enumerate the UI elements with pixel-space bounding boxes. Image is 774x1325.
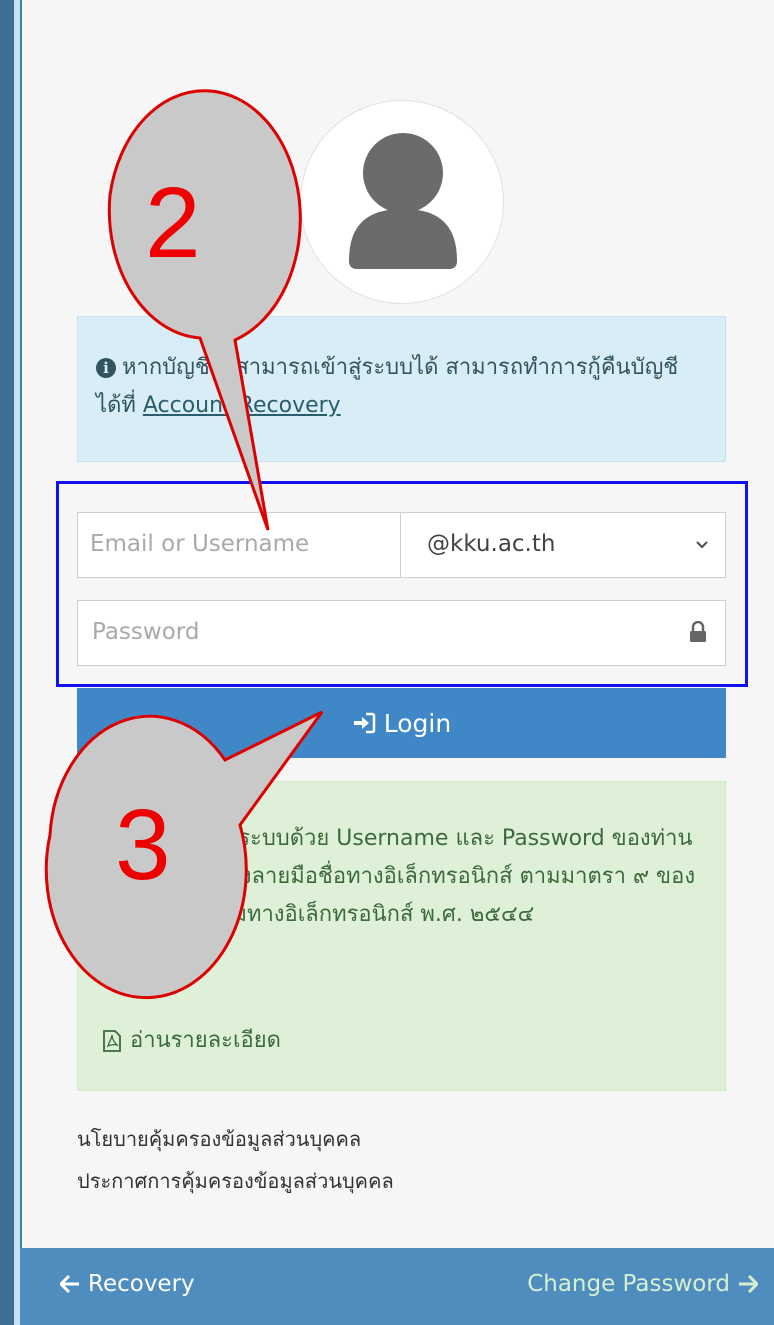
notice-text: การเข้าใช้งานระบบด้วย Username และ Passw… [102,826,696,927]
username-placeholder: Email or Username [90,531,310,557]
login-button[interactable]: Login [77,688,726,758]
account-recovery-link[interactable]: Account Recovery [143,393,341,418]
callout-number-2: 2 [145,167,201,279]
sign-in-icon [353,712,376,734]
domain-selected-value: @kku.ac.th [427,531,556,557]
recovery-link[interactable]: Recovery [60,1271,195,1297]
recovery-label: Recovery [88,1271,195,1297]
change-password-label: Change Password [527,1271,730,1297]
pdf-icon [103,1030,121,1052]
arrow-right-icon [739,1275,758,1293]
account-recovery-alert: i หากบัญชีไม่สามารถเข้าสู่ระบบได้ สามารถท… [77,316,726,462]
privacy-notice-link[interactable]: ประกาศการคุ้มครองข้อมูลส่วนบุคคล [77,1160,394,1202]
callout-number-3: 3 [115,789,171,901]
privacy-policy-link[interactable]: นโยบายคุ้มครองข้อมูลส่วนบุคคล [77,1118,394,1160]
read-details-link[interactable]: อ่านรายละเอียด [102,1022,281,1060]
info-icon: i [96,358,116,378]
left-strip [0,0,14,1325]
avatar [300,100,504,304]
lock-icon [690,621,706,642]
arrow-left-icon [60,1275,79,1293]
username-input[interactable]: Email or Username [77,512,401,578]
password-placeholder: Password [92,619,200,645]
privacy-links: นโยบายคุ้มครองข้อมูลส่วนบุคคล ประกาศการค… [77,1118,394,1202]
e-signature-notice: การเข้าใช้งานระบบด้วย Username และ Passw… [77,781,726,1091]
footer-bar: Recovery Change Password [20,1248,774,1325]
change-password-link[interactable]: Change Password [527,1271,758,1297]
read-details-label: อ่านรายละเอียด [130,1028,281,1053]
password-input[interactable]: Password [77,600,726,666]
chevron-down-icon [696,541,708,549]
login-label: Login [383,708,452,738]
user-icon [349,133,457,269]
domain-select[interactable]: @kku.ac.th [400,512,726,578]
